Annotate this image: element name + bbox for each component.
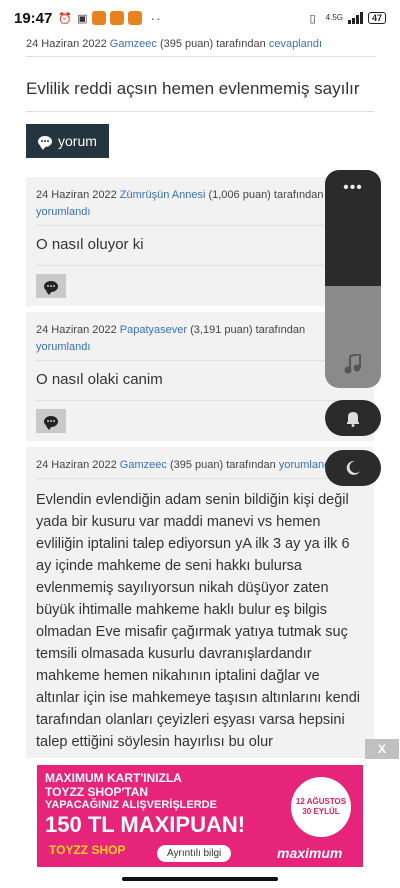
comment-points: (1,006 puan) (208, 189, 271, 201)
comment-action-link[interactable]: yorumlandı (36, 341, 90, 353)
volume-slider[interactable] (325, 286, 381, 388)
signal-icon (347, 12, 363, 24)
reply-comment-button[interactable] (36, 274, 66, 298)
ad-area: MAXIMUM KART'INIZLA TOYZZ SHOP'TAN YAPAC… (0, 759, 400, 871)
comment-card: 24 Haziran 2022 Gamzeec (395 puan) taraf… (26, 447, 374, 758)
comment-meta: 24 Haziran 2022 Papatyasever (3,191 puan… (36, 322, 364, 361)
ad-date-end: 30 EYLÜL (302, 807, 340, 816)
app-notification-icon (110, 11, 125, 25)
gesture-nav-bar (0, 871, 400, 888)
comment-user-link[interactable]: Papatyasever (120, 324, 187, 336)
music-note-icon (344, 354, 361, 374)
comment-text: Evlendin evlendiğin adam senin bildiğin … (36, 479, 364, 758)
app-notification-icon (92, 11, 107, 25)
comment-button-label: yorum (58, 133, 97, 149)
comment-user-link[interactable]: Gamzeec (120, 459, 167, 471)
comment-meta: 24 Haziran 2022 Gamzeec (395 puan) taraf… (36, 457, 364, 479)
comment-card: 24 Haziran 2022 Zümrüşün Annesi (1,006 p… (26, 177, 374, 306)
comment-button[interactable]: yorum (26, 124, 109, 158)
app-notification-icon (128, 11, 143, 25)
toyzz-logo: TOYZZ SHOP (49, 843, 126, 857)
answer-user-link[interactable]: Gamzeec (110, 38, 157, 50)
volume-panel[interactable]: ••• (325, 170, 381, 388)
answer-date: 24 Haziran 2022 (26, 38, 107, 50)
bell-icon (347, 412, 359, 427)
comment-icon (44, 415, 58, 430)
ad-close-button[interactable]: X (365, 739, 399, 759)
answer-action-link[interactable]: cevaplandı (269, 38, 322, 50)
battery-level: 47 (371, 13, 382, 23)
ring-mode-button[interactable] (325, 400, 381, 436)
answer-by: tarafından (216, 38, 266, 50)
ad-cta-button[interactable]: Ayrıntılı bilgi (157, 845, 232, 862)
comment-date: 24 Haziran 2022 (36, 324, 117, 336)
comment-date: 24 Haziran 2022 (36, 459, 117, 471)
answer-points: (395 puan) (159, 38, 214, 50)
comment-by: tarafından (273, 189, 324, 201)
comment-meta: 24 Haziran 2022 Zümrüşün Annesi (1,006 p… (36, 187, 364, 226)
comment-text: O nasıl olaki canim (36, 361, 364, 401)
comment-card: 24 Haziran 2022 Papatyasever (3,191 puan… (26, 312, 374, 441)
vibrate-icon: ▯ (309, 12, 316, 25)
ad-date-badge: 12 AĞUSTOS 30 EYLÜL (291, 777, 351, 837)
network-type: 4.5G (325, 13, 343, 22)
comment-action-link[interactable]: yorumlandı (36, 206, 90, 218)
nfc-icon: ▣ (77, 12, 88, 25)
comment-text: O nasıl oluyor ki (36, 226, 364, 266)
status-right: ▯ 4.5G 47 (310, 12, 386, 25)
more-horizontal-icon[interactable]: ••• (343, 180, 363, 286)
comment-date: 24 Haziran 2022 (36, 189, 117, 201)
more-notifications-icon: ·· (150, 10, 162, 26)
battery-icon: 47 (367, 12, 386, 24)
comment-icon (44, 280, 58, 295)
moon-icon (346, 460, 360, 475)
maximum-logo: maximum (277, 845, 343, 861)
status-bar: 19:47 ⏰ ▣ ·· ▯ 4.5G 47 (0, 0, 400, 36)
answer-text: Evlilik reddi açsın hemen evlenmemiş say… (26, 79, 374, 112)
comment-icon (38, 135, 52, 150)
answer-meta: 24 Haziran 2022 Gamzeec (395 puan) taraf… (26, 36, 376, 57)
page-content: 24 Haziran 2022 Gamzeec (395 puan) taraf… (0, 36, 400, 758)
reply-comment-button[interactable] (36, 409, 66, 433)
comment-points: (3,191 puan) (190, 324, 253, 336)
comment-user-link[interactable]: Zümrüşün Annesi (120, 189, 206, 201)
volume-panel-top[interactable]: ••• (325, 170, 381, 286)
home-gesture-handle[interactable] (122, 877, 278, 881)
ad-date-start: 12 AĞUSTOS (295, 797, 347, 806)
dark-mode-button[interactable] (325, 450, 381, 486)
comment-by: tarafından (226, 459, 276, 471)
comment-points: (395 puan) (169, 459, 224, 471)
comment-by: tarafından (255, 324, 306, 336)
status-time: 19:47 (14, 9, 53, 27)
ad-banner[interactable]: MAXIMUM KART'INIZLA TOYZZ SHOP'TAN YAPAC… (37, 765, 363, 867)
alarm-icon: ⏰ (58, 12, 73, 25)
